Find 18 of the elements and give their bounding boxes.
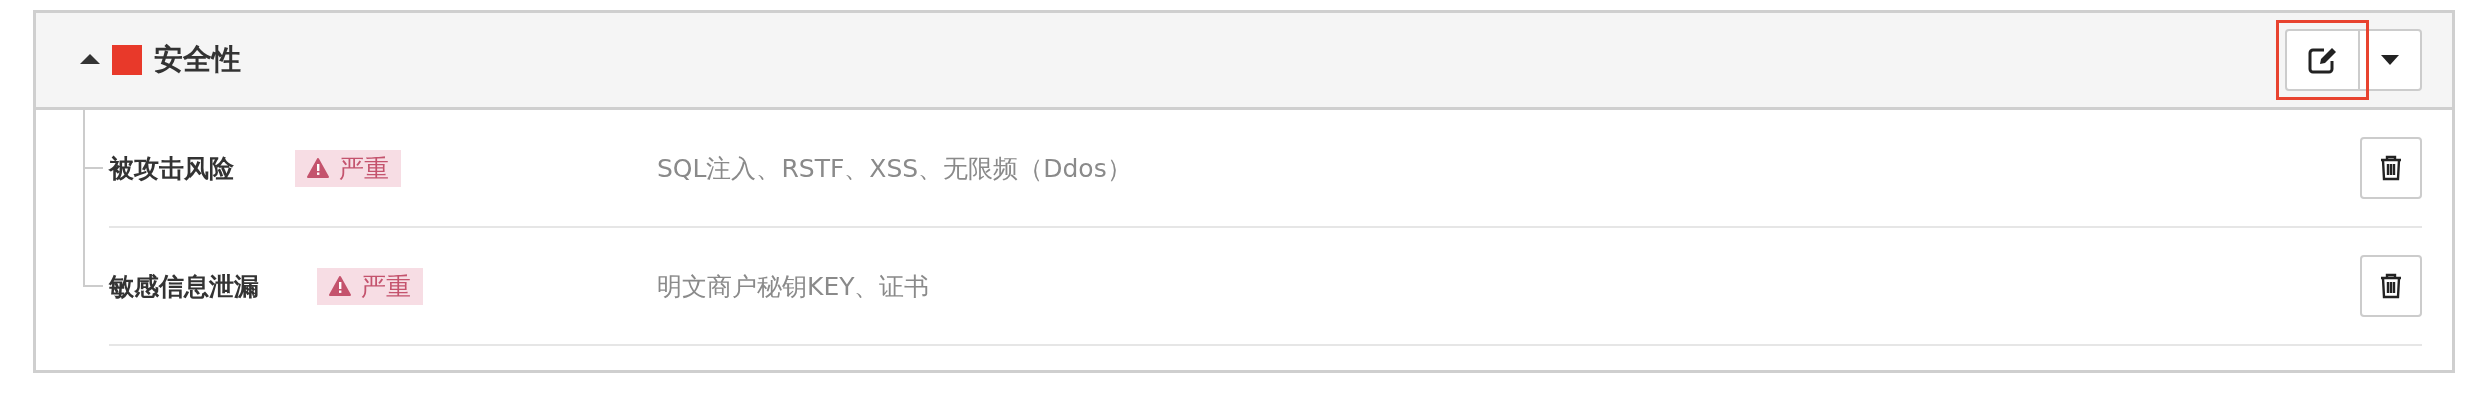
delete-button[interactable] xyxy=(2360,137,2422,199)
edit-icon xyxy=(2307,46,2338,74)
warning-icon xyxy=(329,276,351,296)
edit-button[interactable] xyxy=(2285,29,2360,91)
trash-icon xyxy=(2380,273,2402,299)
warning-icon xyxy=(307,158,329,178)
severity-label: 严重 xyxy=(339,152,389,185)
risk-name: 被攻击风险 xyxy=(109,152,235,185)
delete-button[interactable] xyxy=(2360,255,2422,317)
caret-down-icon xyxy=(2381,55,2399,65)
dropdown-button[interactable] xyxy=(2360,29,2422,91)
severity-label: 严重 xyxy=(361,270,411,303)
trash-icon xyxy=(2380,155,2402,181)
risk-name: 敏感信息泄漏 xyxy=(109,270,260,303)
risk-description: 明文商户秘钥KEY、证书 xyxy=(657,270,931,303)
section-title: 安全性 xyxy=(154,41,242,78)
collapse-caret-icon[interactable] xyxy=(80,53,100,67)
risk-description: SQL注入、RSTF、XSS、无限频（Ddos） xyxy=(657,152,1133,185)
